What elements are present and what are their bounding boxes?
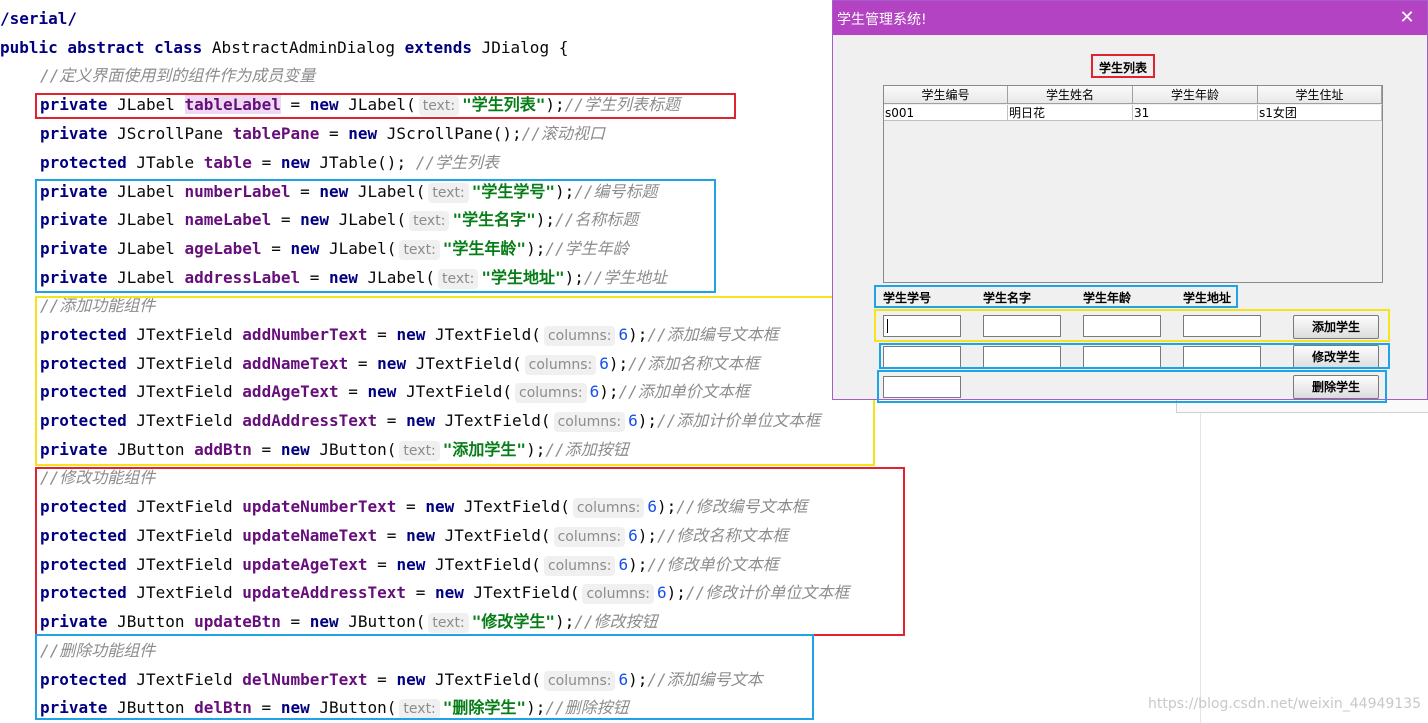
close-icon[interactable]: ✕ <box>1395 6 1419 30</box>
code-line: protected JTextField addNumberText = new… <box>40 325 779 346</box>
column-header[interactable]: 学生姓名 <box>1008 86 1133 104</box>
update-age-input[interactable] <box>1083 346 1161 368</box>
window-title: 学生管理系统! <box>837 12 927 28</box>
window-shadow <box>1176 400 1428 413</box>
editor-margin-line <box>1200 400 1201 723</box>
student-manager-dialog: 学生管理系统! ✕ 学生列表 学生编号 学生姓名 学生年龄 学生住址 s001 … <box>832 0 1428 403</box>
code-line: private JLabel nameLabel = new JLabel(te… <box>40 210 639 231</box>
text-caret <box>887 319 888 333</box>
code-line: protected JTextField addAgeText = new JT… <box>40 382 750 403</box>
watermark: https://blog.csdn.net/weixin_44949135 <box>1148 696 1422 712</box>
code-line: protected JTextField updateNumberText = … <box>40 497 808 518</box>
table-header: 学生编号 学生姓名 学生年龄 学生住址 <box>884 86 1382 104</box>
code-line: //定义界面使用到的组件作为成员变量 <box>40 66 316 85</box>
table-cell[interactable]: s001 <box>884 105 1008 121</box>
add-address-input[interactable] <box>1183 315 1261 337</box>
add-number-input[interactable] <box>883 315 961 337</box>
code-line: protected JTable table = new JTable(); /… <box>40 153 499 172</box>
code-line: private JScrollPane tablePane = new JScr… <box>40 124 605 143</box>
code-line: //删除功能组件 <box>40 641 156 660</box>
add-student-button[interactable]: 添加学生 <box>1293 315 1379 339</box>
delete-number-input[interactable] <box>883 376 961 398</box>
update-address-input[interactable] <box>1183 346 1261 368</box>
column-header[interactable]: 学生年龄 <box>1133 86 1258 104</box>
table-title-label: 学生列表 <box>1091 54 1156 78</box>
code-line: protected JTextField addAddressText = ne… <box>40 411 821 432</box>
code-line: private JLabel ageLabel = new JLabel(tex… <box>40 239 629 260</box>
code-line: //修改功能组件 <box>40 468 156 487</box>
column-header[interactable]: 学生编号 <box>884 86 1008 104</box>
code-line: protected JTextField updateAddressText =… <box>40 583 850 604</box>
code-line: private JButton addBtn = new JButton(tex… <box>40 440 629 461</box>
code-line: private JButton updateBtn = new JButton(… <box>40 612 658 633</box>
update-name-input[interactable] <box>983 346 1061 368</box>
column-header[interactable]: 学生住址 <box>1258 86 1382 104</box>
update-student-button[interactable]: 修改学生 <box>1293 345 1379 369</box>
name-label: 学生名字 <box>983 291 1032 305</box>
code-line: private JLabel numberLabel = new JLabel(… <box>40 182 658 203</box>
add-age-input[interactable] <box>1083 315 1161 337</box>
code-line: private JButton delBtn = new JButton(tex… <box>40 698 629 719</box>
update-number-input[interactable] <box>883 346 961 368</box>
code-line: protected JTextField delNumberText = new… <box>40 670 763 691</box>
table-cell[interactable]: 31 <box>1133 105 1258 121</box>
code-line: public abstract class AbstractAdminDialo… <box>0 38 569 57</box>
add-name-input[interactable] <box>983 315 1061 337</box>
code-line: protected JTextField updateAgeText = new… <box>40 555 779 576</box>
code-line: private JLabel tableLabel = new JLabel(t… <box>40 95 680 116</box>
code-line: /serial/ <box>0 9 78 28</box>
table-cell[interactable]: 明日花 <box>1008 105 1133 121</box>
table-cell[interactable]: s1女团 <box>1258 105 1382 121</box>
code-line: protected JTextField updateNameText = ne… <box>40 526 789 547</box>
number-label: 学生学号 <box>883 291 932 305</box>
delete-student-button[interactable]: 删除学生 <box>1293 375 1379 399</box>
student-table[interactable]: 学生编号 学生姓名 学生年龄 学生住址 s001 明日花 31 s1女团 <box>883 85 1383 283</box>
address-label: 学生地址 <box>1183 291 1232 305</box>
age-label: 学生年龄 <box>1083 291 1132 305</box>
code-line: //添加功能组件 <box>40 296 156 315</box>
code-line: protected JTextField addNameText = new J… <box>40 354 760 375</box>
title-bar[interactable]: 学生管理系统! ✕ <box>833 1 1427 35</box>
table-row[interactable]: s001 明日花 31 s1女团 <box>884 105 1382 121</box>
code-line: private JLabel addressLabel = new JLabel… <box>40 268 668 289</box>
